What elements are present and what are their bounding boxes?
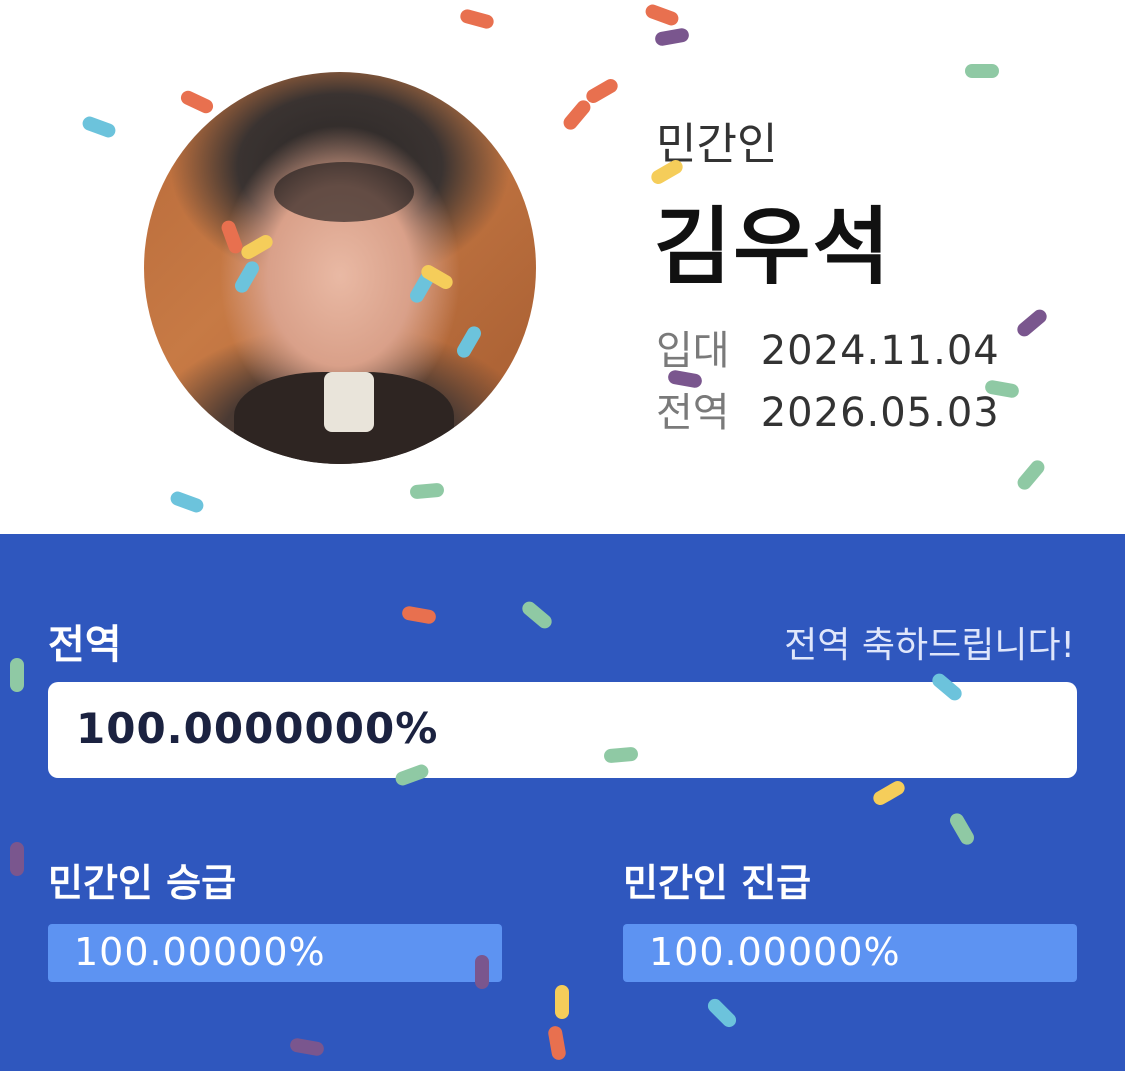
discharge-percent: 100.0000000% — [76, 704, 439, 753]
promotion-percent: 100.00000% — [74, 930, 326, 974]
promotion-progress-bar: 100.00000% — [48, 924, 502, 982]
discharge-progress-box: 100.0000000% — [48, 682, 1077, 778]
discharge-row: 전역 2026.05.03 — [656, 380, 1000, 438]
enlist-date: 2024.11.04 — [760, 328, 1000, 374]
confetti-piece — [555, 985, 569, 1019]
confetti-piece — [965, 64, 999, 78]
advancement-percent: 100.00000% — [649, 930, 901, 974]
enlist-label: 입대 — [656, 328, 730, 374]
advancement-label: 민간인 진급 — [623, 861, 812, 905]
confetti-piece — [10, 842, 24, 876]
confetti-piece — [10, 658, 24, 692]
enlist-row: 입대 2024.11.04 — [656, 318, 1000, 376]
shirt-shape — [324, 372, 374, 432]
hair-shape — [274, 162, 414, 222]
avatar — [144, 72, 536, 464]
profile-name: 김우석 — [654, 198, 892, 296]
promotion-label: 민간인 승급 — [48, 861, 237, 905]
profile-header: 민간인 김우석 입대 2024.11.04 전역 2026.05.03 — [0, 0, 1125, 534]
discharge-date: 2026.05.03 — [760, 390, 1000, 436]
discharge-label: 전역 — [656, 390, 730, 436]
congrats-message: 전역 축하드립니다! — [784, 625, 1075, 666]
advancement-progress-bar: 100.00000% — [623, 924, 1077, 982]
confetti-piece — [475, 955, 489, 989]
discharge-title: 전역 — [48, 622, 122, 668]
